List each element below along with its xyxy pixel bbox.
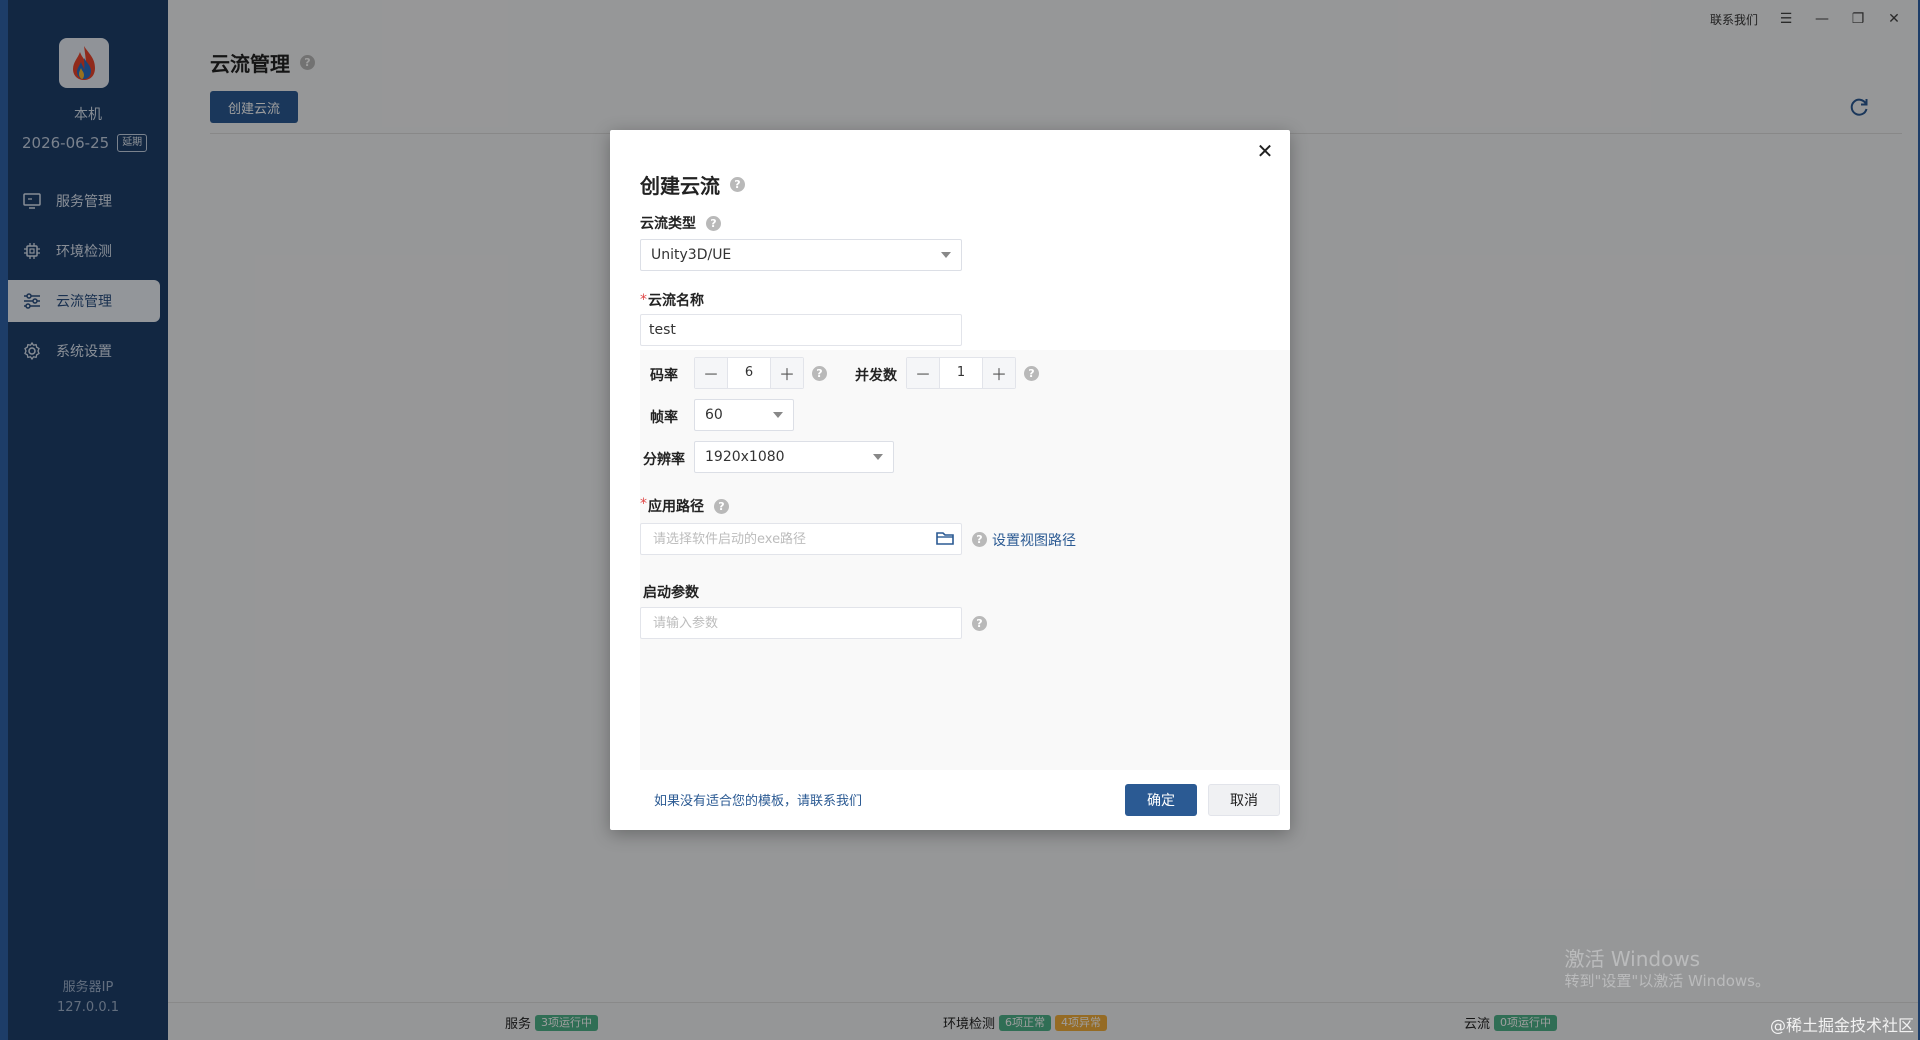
stream-type-value: Unity3D/UE (651, 247, 732, 263)
app-path-label: * 应用路径 ? (640, 496, 729, 516)
windows-activation-title: 激活 Windows (1564, 947, 1701, 971)
stream-type-select[interactable]: Unity3D/UE (640, 239, 962, 271)
stream-type-label-text: 云流类型 (640, 216, 696, 232)
bitrate-stepper[interactable]: － 6 ＋ (694, 357, 804, 389)
stream-type-label: 云流类型 ? (640, 213, 721, 233)
resolution-select[interactable]: 1920x1080 (694, 441, 894, 473)
chevron-down-icon (873, 454, 883, 460)
contact-template-link[interactable]: 如果没有适合您的模板，请联系我们 (654, 790, 862, 809)
confirm-button[interactable]: 确定 (1125, 784, 1197, 816)
chevron-down-icon (941, 252, 951, 258)
watermark: @稀土掘金技术社区 (1769, 1016, 1914, 1035)
dialog-title: 创建云流 ? (640, 170, 745, 199)
concurrency-value[interactable]: 1 (939, 358, 983, 388)
help-icon[interactable]: ? (972, 616, 987, 631)
dialog-title-text: 创建云流 (640, 174, 720, 198)
app-path-input[interactable] (640, 523, 962, 555)
framerate-select[interactable]: 60 (694, 399, 794, 431)
stream-name-label-text: 云流名称 (648, 293, 704, 309)
help-icon[interactable]: ? (706, 215, 721, 231)
required-mark: * (640, 496, 647, 512)
framerate-label: 帧率 (650, 410, 678, 426)
dialog-close-icon[interactable]: ✕ (1254, 140, 1276, 162)
resolution-label: 分辨率 (643, 452, 685, 468)
bitrate-increase-button[interactable]: ＋ (771, 358, 803, 388)
help-icon[interactable]: ? (812, 366, 827, 381)
stream-name-input[interactable] (640, 314, 962, 346)
help-icon[interactable]: ? (972, 532, 987, 547)
windows-activation-subtitle: 转到"设置"以激活 Windows。 (1564, 972, 1770, 990)
chevron-down-icon (773, 412, 783, 418)
modal-overlay[interactable]: 激活 Windows 转到"设置"以激活 Windows。 @稀土掘金技术社区 … (0, 0, 1920, 1040)
create-stream-dialog: ✕ 创建云流 ? 云流类型 ? Unity3D/UE * 云流名称 码率 － 6… (610, 130, 1290, 830)
app-path-field (640, 523, 962, 555)
concurrency-stepper[interactable]: － 1 ＋ (906, 357, 1016, 389)
launch-params-label: 启动参数 (643, 585, 699, 601)
resolution-value: 1920x1080 (705, 449, 785, 465)
set-view-path-link[interactable]: 设置视图路径 (992, 530, 1076, 550)
concurrency-label: 并发数 (855, 368, 897, 384)
concurrency-decrease-button[interactable]: － (907, 358, 939, 388)
help-icon[interactable]: ? (730, 177, 745, 192)
folder-icon[interactable] (936, 530, 954, 546)
framerate-value: 60 (705, 407, 723, 423)
help-icon[interactable]: ? (714, 498, 729, 514)
app-path-label-text: 应用路径 (648, 499, 704, 515)
help-icon[interactable]: ? (1024, 366, 1039, 381)
bitrate-value[interactable]: 6 (727, 358, 771, 388)
launch-params-input[interactable] (640, 607, 962, 639)
cancel-button[interactable]: 取消 (1208, 784, 1280, 816)
bitrate-decrease-button[interactable]: － (695, 358, 727, 388)
required-mark: * (640, 292, 647, 308)
bitrate-label: 码率 (650, 368, 678, 384)
windows-activation-notice: 激活 Windows 转到"设置"以激活 Windows。 (1564, 948, 1770, 992)
stream-name-label: * 云流名称 (640, 290, 704, 310)
concurrency-increase-button[interactable]: ＋ (983, 358, 1015, 388)
